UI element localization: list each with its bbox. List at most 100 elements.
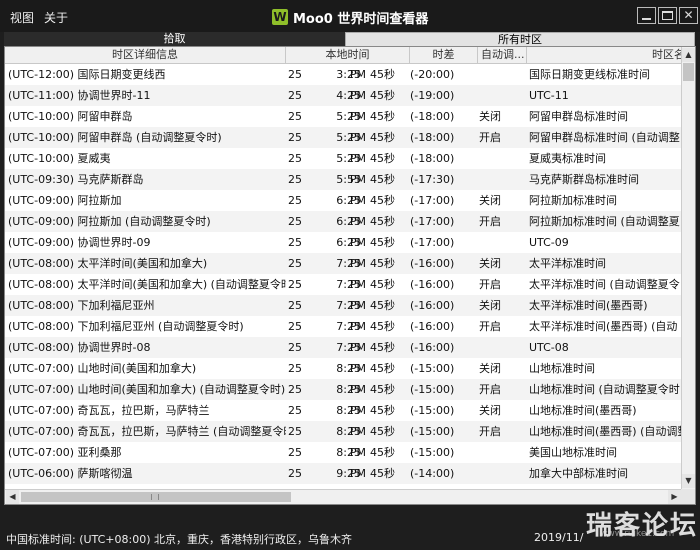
- scroll-right-icon[interactable]: ▶: [668, 490, 681, 504]
- tab-bar: 拾取 所有时区: [4, 32, 695, 46]
- row-seconds: 45秒: [370, 89, 395, 102]
- table-header: 时区详细信息 本地时间 时差 自动调... 时区名: [5, 47, 682, 64]
- row-name: (UTC-10:00) 阿留申群岛: [8, 110, 133, 123]
- row-dst: 开启: [479, 425, 501, 438]
- row-ampm: PM: [349, 278, 366, 291]
- row-day: 25: [288, 341, 302, 354]
- row-name: (UTC-07:00) 亚利桑那: [8, 446, 122, 459]
- row-seconds: 45秒: [370, 194, 395, 207]
- row-name: (UTC-07:00) 奇瓦瓦，拉巴斯，马萨特兰: [8, 404, 210, 417]
- row-offset: (-17:00): [410, 215, 455, 228]
- row-offset: (-17:00): [410, 194, 455, 207]
- row-dst: 开启: [479, 215, 501, 228]
- table-row[interactable]: (UTC-06:00) 萨斯喀彻温 25 9:25 PM 45秒 (-14:00) 加拿大中…: [5, 463, 682, 484]
- table-row[interactable]: (UTC-08:00) 下加利福尼亚州 25 7:25 PM 45秒 (-16:00) 关闭…: [5, 295, 682, 316]
- row-zone-name: 太平洋标准时间(墨西哥): [529, 299, 648, 312]
- status-bar: 中国标准时间: (UTC+08:00) 北京，重庆，香港特别行政区，乌鲁木齐 2…: [0, 505, 700, 550]
- close-button[interactable]: ✕: [679, 7, 698, 24]
- column-header-offset[interactable]: 时差: [410, 47, 478, 63]
- tab-all-timezones[interactable]: 所有时区: [345, 32, 695, 46]
- table-row[interactable]: (UTC-12:00) 国际日期变更线西 25 3:25 PM 45秒 (-20:00) 国…: [5, 64, 682, 85]
- row-ampm: PM: [349, 446, 366, 459]
- row-ampm: PM: [349, 341, 366, 354]
- scroll-left-icon[interactable]: ◀: [6, 490, 19, 504]
- row-dst: [479, 148, 525, 169]
- column-header-zone[interactable]: 时区名: [527, 47, 682, 63]
- row-name: (UTC-08:00) 太平洋时间(美国和加拿大): [8, 257, 208, 270]
- column-header-name[interactable]: 时区详细信息: [5, 47, 286, 63]
- horizontal-scrollbar[interactable]: ◀ ▶: [5, 489, 682, 504]
- table-row[interactable]: (UTC-09:30) 马克萨斯群岛 25 5:55 PM 45秒 (-17:30) 马克萨…: [5, 169, 682, 190]
- table-body: (UTC-12:00) 国际日期变更线西 25 3:25 PM 45秒 (-20:00) 国…: [5, 64, 682, 489]
- table-row[interactable]: (UTC-10:00) 阿留申群岛 (自动调整夏令时) 25 5:25 PM 45秒 (-…: [5, 127, 682, 148]
- row-dst: [479, 442, 525, 463]
- row-offset: (-18:00): [410, 110, 455, 123]
- row-ampm: PM: [349, 173, 366, 186]
- row-day: 25: [288, 446, 302, 459]
- row-dst: 开启: [479, 383, 501, 396]
- table-row[interactable]: (UTC-08:00) 协调世界时-08 25 7:25 PM 45秒 (-16:00) U…: [5, 337, 682, 358]
- row-seconds: 45秒: [370, 257, 395, 270]
- maximize-button[interactable]: [658, 7, 677, 24]
- table-row[interactable]: (UTC-10:00) 阿留申群岛 25 5:25 PM 45秒 (-18:00) 关闭 阿留…: [5, 106, 682, 127]
- row-day: 25: [288, 173, 302, 186]
- horizontal-scroll-thumb[interactable]: [21, 492, 291, 502]
- title-bar: 视图 关于 W Moo0 世界时间查看器 ✕: [0, 0, 700, 32]
- table-row[interactable]: (UTC-11:00) 协调世界时-11 25 4:25 PM 45秒 (-19:00) U…: [5, 85, 682, 106]
- row-day: 25: [288, 467, 302, 480]
- row-zone-name: 太平洋标准时间: [529, 257, 606, 270]
- column-header-dst[interactable]: 自动调...: [478, 47, 527, 63]
- tab-pick[interactable]: 拾取: [4, 32, 345, 46]
- row-zone-name: 加拿大中部标准时间: [529, 467, 628, 480]
- row-dst: 开启: [479, 131, 501, 144]
- row-name: (UTC-11:00) 协调世界时-11: [8, 89, 151, 102]
- row-offset: (-16:00): [410, 320, 455, 333]
- local-timezone-status: 中国标准时间: (UTC+08:00) 北京，重庆，香港特别行政区，乌鲁木齐: [6, 533, 353, 546]
- row-day: 25: [288, 131, 302, 144]
- row-zone-name: 阿拉斯加标准时间 (自动调整夏: [529, 215, 680, 228]
- row-offset: (-15:00): [410, 404, 455, 417]
- row-seconds: 45秒: [370, 110, 395, 123]
- row-offset: (-17:30): [410, 173, 455, 186]
- row-name: (UTC-08:00) 下加利福尼亚州 (自动调整夏令时): [8, 320, 244, 333]
- minimize-button[interactable]: [637, 7, 656, 24]
- table-row[interactable]: (UTC-08:00) 太平洋时间(美国和加拿大) (自动调整夏令时) 25 7:2…: [5, 274, 682, 295]
- row-name: (UTC-07:00) 山地时间(美国和加拿大): [8, 362, 197, 375]
- column-header-local-time[interactable]: 本地时间: [286, 47, 410, 63]
- row-name: (UTC-09:00) 协调世界时-09: [8, 236, 151, 249]
- row-seconds: 45秒: [370, 425, 395, 438]
- row-ampm: PM: [349, 236, 366, 249]
- table-row[interactable]: (UTC-07:00) 奇瓦瓦，拉巴斯，马萨特兰 (自动调整夏令时) 25 8:25…: [5, 421, 682, 442]
- table-row[interactable]: (UTC-10:00) 夏威夷 25 5:25 PM 45秒 (-18:00) 夏威夷标准时…: [5, 148, 682, 169]
- menu-about[interactable]: 关于: [44, 9, 68, 26]
- menu-view[interactable]: 视图: [10, 9, 34, 26]
- row-ampm: PM: [349, 131, 366, 144]
- table-row[interactable]: (UTC-08:00) 太平洋时间(美国和加拿大) 25 7:25 PM 45秒 (-16…: [5, 253, 682, 274]
- table-row[interactable]: (UTC-08:00) 下加利福尼亚州 (自动调整夏令时) 25 7:25 PM 45秒…: [5, 316, 682, 337]
- row-seconds: 45秒: [370, 131, 395, 144]
- table-row[interactable]: (UTC-07:00) 山地时间(美国和加拿大) (自动调整夏令时) 25 8:25…: [5, 379, 682, 400]
- row-day: 25: [288, 68, 302, 81]
- row-seconds: 45秒: [370, 173, 395, 186]
- row-seconds: 45秒: [370, 278, 395, 291]
- vertical-scroll-thumb[interactable]: [683, 63, 694, 81]
- row-seconds: 45秒: [370, 446, 395, 459]
- row-seconds: 45秒: [370, 299, 395, 312]
- row-dst: 关闭: [479, 194, 501, 207]
- row-zone-name: UTC-08: [529, 341, 569, 354]
- table-row[interactable]: (UTC-07:00) 山地时间(美国和加拿大) 25 8:25 PM 45秒 (-15:…: [5, 358, 682, 379]
- row-day: 25: [288, 383, 302, 396]
- table-row[interactable]: (UTC-09:00) 协调世界时-09 25 6:25 PM 45秒 (-17:00) U…: [5, 232, 682, 253]
- table-row[interactable]: (UTC-09:00) 阿拉斯加 (自动调整夏令时) 25 6:25 PM 45秒 (-1…: [5, 211, 682, 232]
- row-dst: 开启: [479, 278, 501, 291]
- row-day: 25: [288, 194, 302, 207]
- table-row[interactable]: (UTC-09:00) 阿拉斯加 25 6:25 PM 45秒 (-17:00) 关闭 阿拉斯…: [5, 190, 682, 211]
- row-ampm: PM: [349, 110, 366, 123]
- table-row[interactable]: (UTC-07:00) 亚利桑那 25 8:25 PM 45秒 (-15:00) 美国山地标…: [5, 442, 682, 463]
- row-zone-name: 国际日期变更线标准时间: [529, 68, 650, 81]
- scroll-down-icon[interactable]: ▼: [682, 474, 695, 488]
- scroll-up-icon[interactable]: ▲: [682, 48, 695, 62]
- vertical-scrollbar[interactable]: ▲ ▼: [681, 47, 695, 489]
- row-dst: [479, 232, 525, 253]
- table-row[interactable]: (UTC-07:00) 奇瓦瓦，拉巴斯，马萨特兰 25 8:25 PM 45秒 (-15:…: [5, 400, 682, 421]
